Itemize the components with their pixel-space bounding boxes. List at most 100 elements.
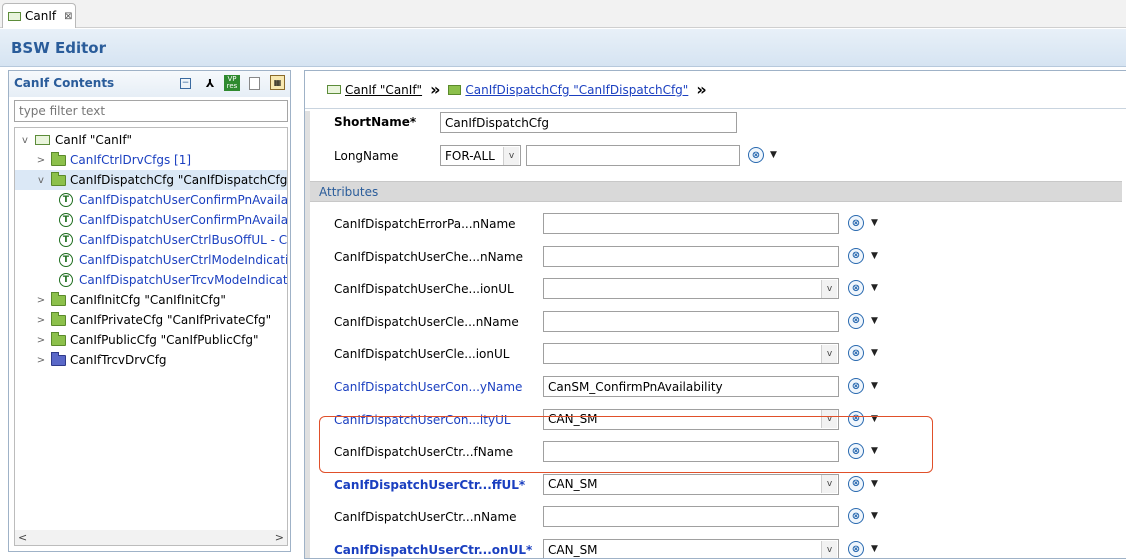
attribute-select[interactable]: v	[543, 343, 839, 365]
tree-item[interactable]: v CanIfDispatchCfg "CanIfDispatchCfg"	[15, 170, 287, 190]
tree-item[interactable]: v CanIf "CanIf"	[15, 130, 287, 150]
text-parameter-icon: T	[59, 213, 73, 227]
chevron-down-icon: v	[821, 410, 837, 429]
collapsed-chevron-icon[interactable]: >	[35, 355, 47, 366]
collapsed-chevron-icon[interactable]: >	[35, 315, 47, 326]
dropdown-arrow-icon[interactable]: ▼	[871, 218, 878, 228]
attribute-label: CanIfDispatchUserCle...nName	[334, 314, 519, 329]
action-menu-icon[interactable]: ⊗	[848, 378, 864, 394]
tab-canif[interactable]: CanIf ⊠	[2, 3, 76, 28]
breadcrumb: CanIf "CanIf" » CanIfDispatchCfg "CanIfD…	[305, 71, 1126, 109]
expanded-chevron-icon[interactable]: v	[19, 135, 31, 146]
collapse-all-icon[interactable]: −	[180, 78, 191, 89]
dropdown-arrow-icon[interactable]: ▼	[871, 348, 878, 358]
dropdown-arrow-icon[interactable]: ▼	[871, 283, 878, 293]
attribute-text-field[interactable]	[543, 245, 839, 267]
attribute-label: CanIfDispatchUserCtr...onUL*	[334, 543, 533, 557]
breadcrumb-item-dispatchcfg[interactable]: CanIfDispatchCfg "CanIfDispatchCfg"	[448, 83, 688, 97]
editor-header: BSW Editor	[0, 29, 1126, 67]
tree-item[interactable]: T CanIfDispatchUserCtrlBusOffUL - CAN_SM	[15, 230, 288, 250]
attributes-section-header[interactable]: Attributes	[310, 181, 1122, 202]
tree-horizontal-scrollbar[interactable]: < >	[14, 530, 288, 546]
tree-item[interactable]: > CanIfTrcvDrvCfg	[15, 350, 287, 370]
shortname-field[interactable]	[440, 112, 737, 133]
module-icon	[8, 11, 21, 21]
tree-item[interactable]: > CanIfPrivateCfg "CanIfPrivateCfg"	[15, 310, 287, 330]
hierarchy-icon[interactable]: ⅄	[202, 75, 218, 91]
tree-item-label: CanIfTrcvDrvCfg	[70, 353, 167, 367]
dropdown-arrow-icon[interactable]: ▼	[871, 446, 878, 456]
action-menu-icon[interactable]: ⊗	[848, 312, 864, 329]
collapsed-chevron-icon[interactable]: >	[35, 335, 47, 346]
collapsed-chevron-icon[interactable]: >	[35, 155, 47, 166]
tree-item[interactable]: > CanIfInitCfg "CanIfInitCfg"	[15, 290, 287, 310]
action-menu-icon[interactable]: ⊗	[848, 215, 864, 231]
tree-item-label: CanIfDispatchUserCtrlBusOffUL - CAN_SM	[79, 233, 288, 247]
attribute-text-field[interactable]	[543, 376, 839, 397]
breadcrumb-link-dispatchcfg[interactable]: CanIfDispatchCfg "CanIfDispatchCfg"	[465, 83, 688, 97]
chevron-down-icon: v	[503, 146, 519, 165]
document-icon[interactable]	[249, 77, 260, 90]
action-menu-icon[interactable]: ⊗	[848, 541, 864, 557]
dropdown-arrow-icon[interactable]: ▼	[871, 381, 878, 391]
scroll-right-icon[interactable]: >	[275, 531, 284, 544]
dropdown-arrow-icon[interactable]: ▼	[871, 251, 878, 261]
vp-res-icon[interactable]: VP res	[224, 75, 240, 91]
tree-item[interactable]: > CanIfCtrlDrvCfgs [1]	[15, 150, 287, 170]
tree-item-label: CanIfCtrlDrvCfgs [1]	[70, 153, 192, 167]
folder-icon	[51, 331, 66, 346]
contents-title: CanIf Contents	[14, 76, 115, 90]
attribute-row: CanIfDispatchUserCtr...ffUL* CAN_SM v ⊗ ▼	[310, 470, 1122, 502]
attribute-select[interactable]: CAN_SM v	[543, 473, 839, 495]
attribute-text-field[interactable]	[543, 310, 839, 332]
dropdown-arrow-icon[interactable]: ▼	[871, 316, 878, 326]
close-icon[interactable]: ⊠	[64, 11, 72, 22]
attribute-label: CanIfDispatchUserCon...yName	[334, 380, 523, 394]
attribute-row: CanIfDispatchUserCtr...nName ⊗ ▼	[310, 502, 1122, 534]
breadcrumb-separator[interactable]: »	[430, 80, 440, 99]
dropdown-arrow-icon[interactable]: ▼	[871, 511, 878, 521]
longname-language-select[interactable]: FOR-ALL v	[440, 145, 521, 166]
attribute-select[interactable]: CAN_SM v	[543, 539, 839, 558]
collapsed-chevron-icon[interactable]: >	[35, 295, 47, 306]
attribute-row: CanIfDispatchUserCle...ionUL v ⊗ ▼	[310, 339, 1122, 371]
breadcrumb-item-canif[interactable]: CanIf "CanIf"	[327, 83, 422, 97]
action-menu-icon[interactable]: ⊗	[848, 280, 864, 297]
longname-label: LongName	[334, 149, 399, 163]
breadcrumb-link-canif[interactable]: CanIf "CanIf"	[345, 83, 422, 97]
longname-field[interactable]	[526, 145, 740, 166]
scroll-left-icon[interactable]: <	[18, 531, 27, 544]
attribute-text-field[interactable]	[543, 213, 839, 234]
attribute-text-field[interactable]	[543, 506, 839, 528]
attribute-row: CanIfDispatchUserCle...nName ⊗ ▼	[310, 307, 1122, 339]
action-menu-icon[interactable]: ⊗	[848, 443, 864, 460]
text-parameter-icon: T	[59, 233, 73, 247]
table-icon[interactable]: ▦	[270, 75, 285, 90]
action-menu-icon[interactable]: ⊗	[848, 508, 864, 525]
filter-input[interactable]	[14, 100, 288, 122]
tree-item[interactable]: T CanIfDispatchUserTrcvModeIndicationUL	[15, 270, 287, 290]
action-menu-icon[interactable]: ⊗	[848, 345, 864, 362]
action-menu-icon[interactable]: ⊗	[848, 410, 864, 427]
attribute-select[interactable]: CAN_SM v	[543, 408, 839, 430]
attribute-label: CanIfDispatchUserCon...ityUL	[334, 412, 511, 427]
dropdown-arrow-icon[interactable]: ▼	[770, 150, 777, 160]
tree-item-label: CanIfDispatchUserConfirmPnAvailabilityUL	[79, 213, 288, 227]
dropdown-arrow-icon[interactable]: ▼	[871, 414, 878, 424]
action-menu-icon[interactable]: ⊗	[848, 475, 864, 492]
chevron-down-icon: v	[821, 344, 837, 363]
action-menu-icon[interactable]: ⊗	[848, 247, 864, 264]
attribute-row: CanIfDispatchUserChe...ionUL v ⊗ ▼	[310, 274, 1122, 306]
dropdown-arrow-icon[interactable]: ▼	[871, 544, 878, 554]
expanded-chevron-icon[interactable]: v	[35, 175, 47, 186]
attribute-select[interactable]: v	[543, 278, 839, 300]
action-menu-icon[interactable]: ⊗	[748, 147, 764, 163]
dropdown-arrow-icon[interactable]: ▼	[871, 479, 878, 489]
tree-item-label: CanIf "CanIf"	[55, 133, 133, 147]
tree-item[interactable]: > CanIfPublicCfg "CanIfPublicCfg"	[15, 330, 287, 350]
tree-item[interactable]: T CanIfDispatchUserCtrlModeIndicationUL	[15, 250, 287, 270]
attribute-text-field[interactable]	[543, 441, 839, 463]
breadcrumb-separator[interactable]: »	[696, 80, 706, 99]
tree-item[interactable]: T CanIfDispatchUserConfirmPnAvailabilityN…	[15, 190, 287, 210]
tree-item[interactable]: T CanIfDispatchUserConfirmPnAvailabilityU…	[15, 210, 288, 230]
